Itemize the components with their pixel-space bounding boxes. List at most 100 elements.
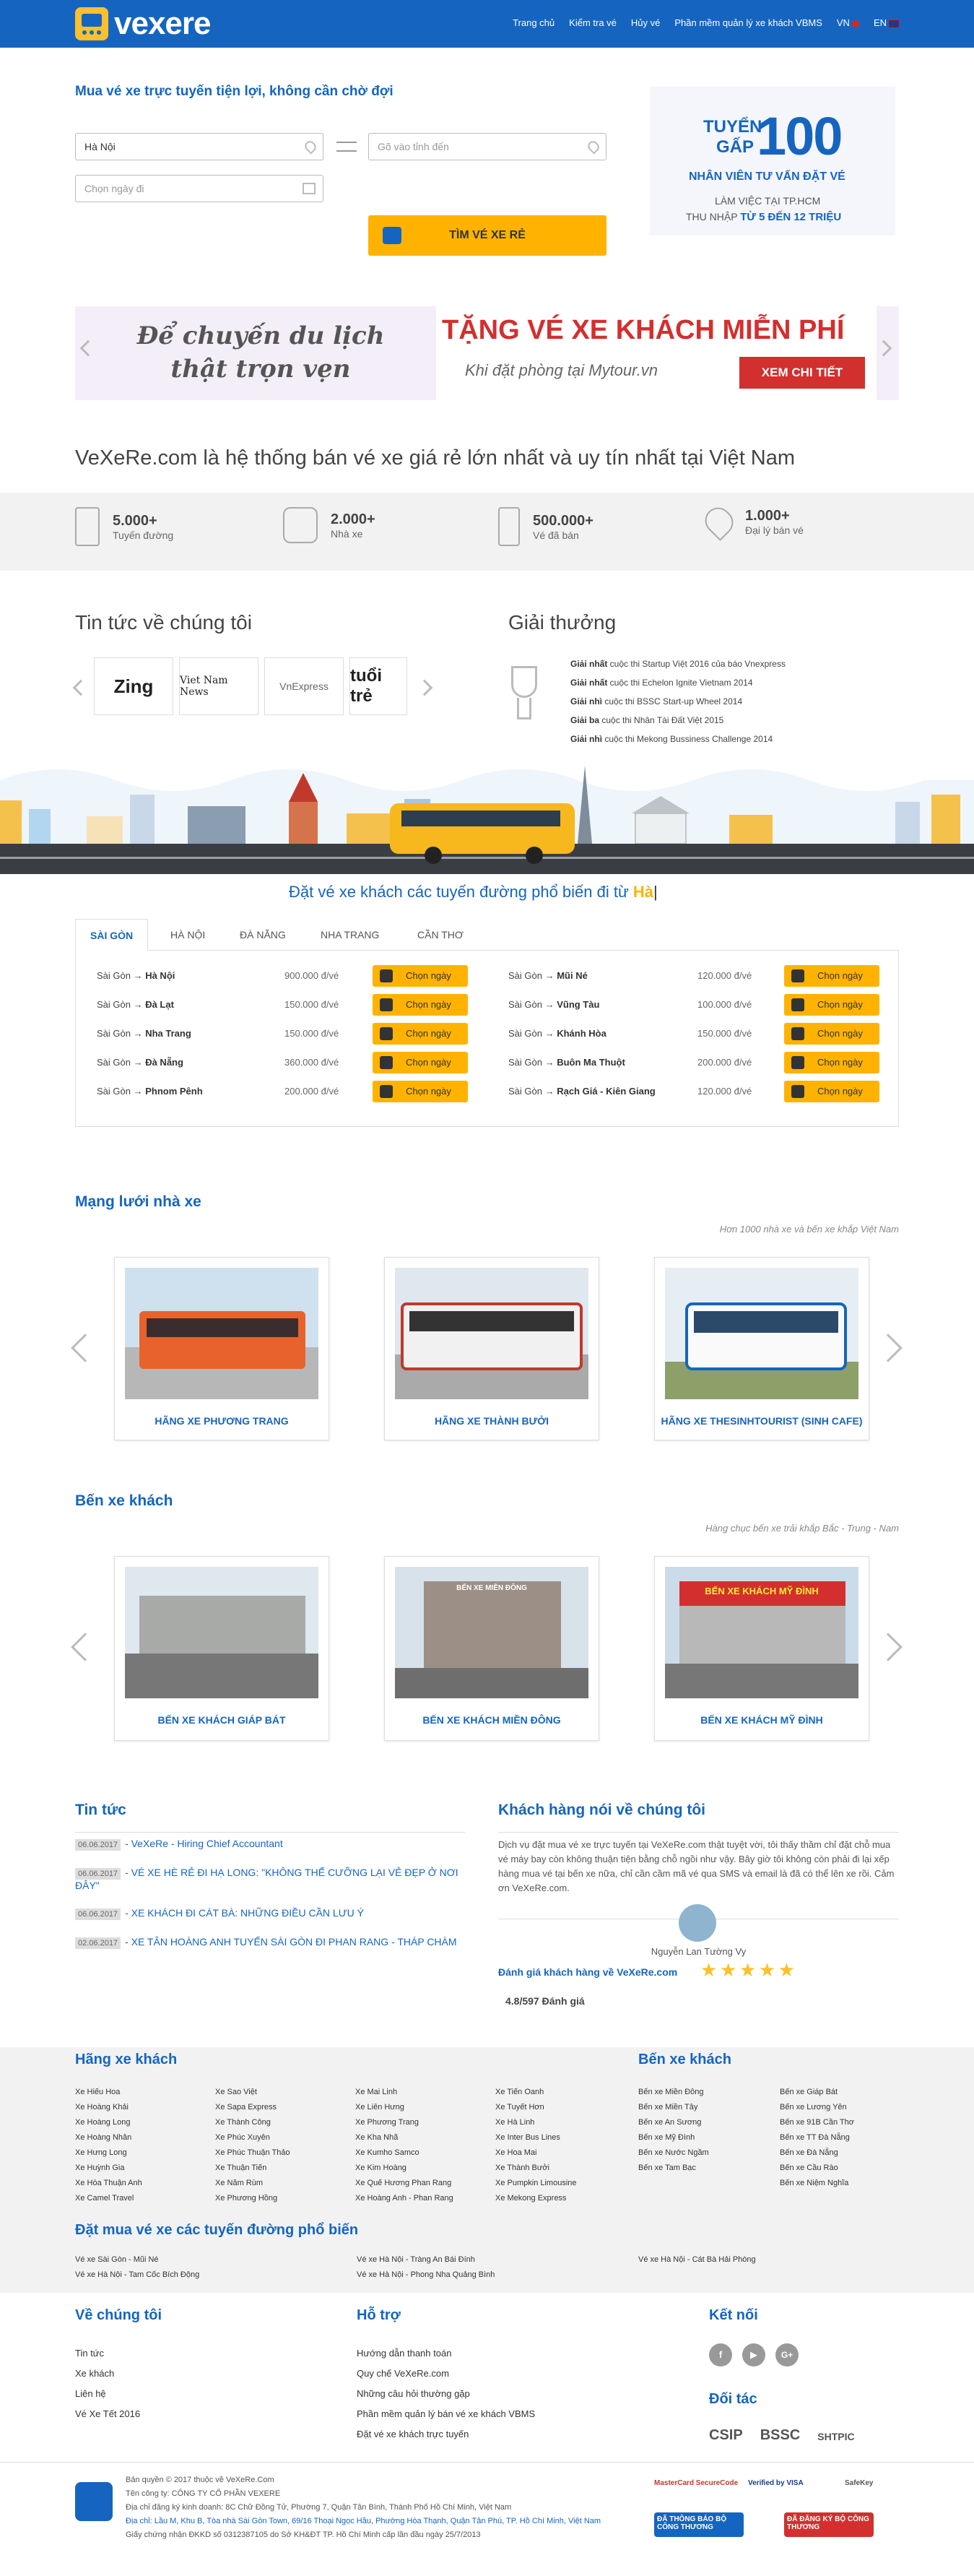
date-input[interactable]: Chọn ngày đi xyxy=(75,175,323,202)
station-link[interactable]: Bến xe Giáp Bát xyxy=(780,2085,854,2100)
route-item[interactable]: Sài Gòn → Hà Nội xyxy=(97,970,175,981)
footer-link[interactable]: Tin tức xyxy=(75,2343,140,2364)
stations-next-arrow[interactable] xyxy=(874,1633,903,1661)
choose-date-button[interactable]: Chọn ngày xyxy=(373,1081,468,1102)
company-link[interactable]: Xe Huỳnh Gia xyxy=(75,2161,142,2176)
choose-date-button[interactable]: Chọn ngày xyxy=(373,994,468,1016)
google-plus-icon[interactable]: G+ xyxy=(775,2343,799,2367)
route-item[interactable]: Sài Gòn → Khánh Hòa xyxy=(508,1028,606,1039)
footer-link[interactable]: Xe khách xyxy=(75,2364,140,2384)
station-link[interactable]: Bến xe Mỹ Đình xyxy=(638,2130,709,2145)
station-link[interactable]: Bến xe Tam Bạc xyxy=(638,2161,709,2176)
footer-link[interactable]: Quy chế VeXeRe.com xyxy=(357,2364,535,2384)
choose-date-button[interactable]: Chọn ngày xyxy=(784,1023,879,1045)
route-item[interactable]: Sài Gòn → Phnom Pênh xyxy=(97,1086,203,1097)
station-link[interactable]: Bến xe Miền Tây xyxy=(638,2100,709,2115)
company-link[interactable]: Xe Phương Hồng xyxy=(215,2191,290,2206)
tab-danang[interactable]: ĐÀ NẴNG xyxy=(225,919,300,951)
company-link[interactable]: Xe Hòa Thuận Anh xyxy=(75,2176,142,2191)
bus-company-card[interactable]: HÃNG XE THESINHTOURIST (SINH CAFE) xyxy=(654,1257,869,1440)
company-link[interactable]: Xe Kha Nhã xyxy=(355,2130,453,2145)
youtube-icon[interactable]: ▶ xyxy=(742,2343,765,2367)
facebook-icon[interactable]: f xyxy=(709,2343,732,2367)
tab-nhatrang[interactable]: NHA TRANG xyxy=(306,919,393,951)
shtpic-logo[interactable]: SHTPIC xyxy=(817,2427,854,2446)
route-item[interactable]: Sài Gòn → Nha Trang xyxy=(97,1028,191,1039)
route-item[interactable]: Sài Gòn → Mũi Né xyxy=(508,970,588,981)
banner-next-arrow[interactable] xyxy=(875,340,892,357)
choose-date-button[interactable]: Chọn ngày xyxy=(784,965,879,987)
station-link[interactable]: Bến xe Cầu Rào xyxy=(780,2161,854,2176)
company-link[interactable]: Xe Camel Travel xyxy=(75,2191,142,2206)
company-link[interactable]: Xe Mekong Express xyxy=(495,2191,577,2206)
route-link[interactable]: Vé xe Sài Gòn - Mũi Né xyxy=(75,2252,199,2268)
hiring-ad[interactable]: TUYỂN GẤP 100 NHÂN VIÊN TƯ VẤN ĐẶT VÉ LÀM… xyxy=(650,87,895,235)
company-link[interactable]: Xe Năm Rùm xyxy=(215,2176,290,2191)
footer-link[interactable]: Hướng dẫn thanh toán xyxy=(357,2343,535,2364)
route-link[interactable]: Vé xe Hà Nội - Phong Nha Quảng Bình xyxy=(357,2268,495,2283)
zing-logo[interactable]: Zing xyxy=(94,657,173,715)
news-item[interactable]: 06.06.2017- VÉ XE HÈ RẺ ĐI HẠ LONG: "KHÔ… xyxy=(75,1867,465,1891)
bus-company-card[interactable]: HÃNG XE PHƯƠNG TRANG xyxy=(114,1257,329,1440)
company-link[interactable]: Xe Hoàng Khải xyxy=(75,2100,142,2115)
tuoitre-logo[interactable]: tuổi trẻ xyxy=(349,657,407,715)
company-link[interactable]: Xe Sapa Express xyxy=(215,2100,290,2115)
bssc-logo[interactable]: BSSC xyxy=(760,2427,801,2446)
company-link[interactable]: Xe Hoàng Long xyxy=(75,2115,142,2130)
choose-date-button[interactable]: Chọn ngày xyxy=(784,994,879,1016)
company-link[interactable]: Xe Mai Linh xyxy=(355,2085,453,2100)
route-item[interactable]: Sài Gòn → Đà Nẵng xyxy=(97,1057,183,1068)
company-link[interactable]: Xe Liên Hưng xyxy=(355,2100,453,2115)
route-link[interactable]: Vé xe Hà Nội - Tam Cốc Bích Động xyxy=(75,2268,199,2283)
company-link[interactable]: Xe Pumpkin Limousine xyxy=(495,2176,577,2191)
route-link[interactable]: Vé xe Hà Nội - Tràng An Bái Đính xyxy=(357,2252,495,2268)
lang-vn[interactable]: VN xyxy=(837,17,859,28)
nav-vbms[interactable]: Phần mềm quản lý xe khách VBMS xyxy=(674,17,822,28)
logos-next-arrow[interactable] xyxy=(416,679,433,696)
station-link[interactable]: Bến xe Đà Nẵng xyxy=(780,2145,854,2161)
tab-saigon[interactable]: SÀI GÒN xyxy=(75,919,149,951)
bus-company-card[interactable]: HÃNG XE THÀNH BƯỞI xyxy=(384,1257,599,1440)
station-card[interactable]: BẾN XE KHÁCH MỸ ĐÌNH BẾN XE KHÁCH MỸ ĐÌN… xyxy=(654,1556,869,1741)
company-link[interactable]: Xe Quế Hương Phan Rang xyxy=(355,2176,453,2191)
company-link[interactable]: Xe Phúc Thuận Thảo xyxy=(215,2145,290,2161)
network-prev-arrow[interactable] xyxy=(71,1334,100,1362)
company-link[interactable]: Xe Hà Linh xyxy=(495,2115,577,2130)
company-link[interactable]: Xe Hoàng Nhân xyxy=(75,2130,142,2145)
vnexpress-logo[interactable]: VnExpress xyxy=(264,657,344,715)
company-link[interactable]: Xe Tuyết Hơn xyxy=(495,2100,577,2115)
company-link[interactable]: Xe Thành Công xyxy=(215,2115,290,2130)
choose-date-button[interactable]: Chọn ngày xyxy=(784,1081,879,1102)
company-link[interactable]: Xe Phúc Xuyên xyxy=(215,2130,290,2145)
company-link[interactable]: Xe Hưng Long xyxy=(75,2145,142,2161)
route-item[interactable]: Sài Gòn → Vũng Tàu xyxy=(508,999,599,1010)
logos-prev-arrow[interactable] xyxy=(72,679,90,696)
vietnamnews-logo[interactable]: Viet Nam News xyxy=(179,657,258,715)
route-item[interactable]: Sài Gòn → Buôn Ma Thuột xyxy=(508,1057,625,1068)
swap-icon[interactable] xyxy=(336,142,357,152)
choose-date-button[interactable]: Chọn ngày xyxy=(373,1052,468,1073)
search-button[interactable]: TÌM VÉ XE RẺ xyxy=(368,215,606,256)
promo-banner[interactable]: Để chuyến du lịch thật trọn vẹn TẶNG VÉ X… xyxy=(75,306,899,400)
station-link[interactable]: Bến xe Miền Đông xyxy=(638,2085,709,2100)
news-item[interactable]: 06.06.2017- VeXeRe - Hiring Chief Accoun… xyxy=(75,1838,465,1851)
from-input[interactable]: Hà Nội xyxy=(75,133,323,160)
route-item[interactable]: Sài Gòn → Đà Lạt xyxy=(97,999,174,1010)
banner-cta-button[interactable]: XEM CHI TIẾT xyxy=(739,357,865,389)
tab-hanoi[interactable]: HÀ NỘI xyxy=(156,919,219,951)
footer-link[interactable]: Phần mềm quản lý bán vé xe khách VBMS xyxy=(357,2404,535,2424)
nav-check-ticket[interactable]: Kiểm tra vé xyxy=(569,17,617,28)
to-input[interactable]: Gõ vào tỉnh đến xyxy=(368,133,606,160)
choose-date-button[interactable]: Chọn ngày xyxy=(373,1023,468,1045)
company-link[interactable]: Xe Hoa Mai xyxy=(495,2145,577,2161)
company-link[interactable]: Xe Thuận Tiến xyxy=(215,2161,290,2176)
station-link[interactable]: Bến xe Nước Ngầm xyxy=(638,2145,709,2161)
choose-date-button[interactable]: Chọn ngày xyxy=(784,1052,879,1073)
choose-date-button[interactable]: Chọn ngày xyxy=(373,965,468,987)
company-link[interactable]: Xe Sao Việt xyxy=(215,2085,290,2100)
station-link[interactable]: Bến xe 91B Cần Thơ xyxy=(780,2115,854,2130)
lang-en[interactable]: EN xyxy=(874,17,899,28)
station-link[interactable]: Bến xe Lương Yên xyxy=(780,2100,854,2115)
footer-link[interactable]: Đặt vé xe khách trực tuyến xyxy=(357,2424,535,2445)
company-link[interactable]: Xe Hiếu Hoa xyxy=(75,2085,142,2100)
